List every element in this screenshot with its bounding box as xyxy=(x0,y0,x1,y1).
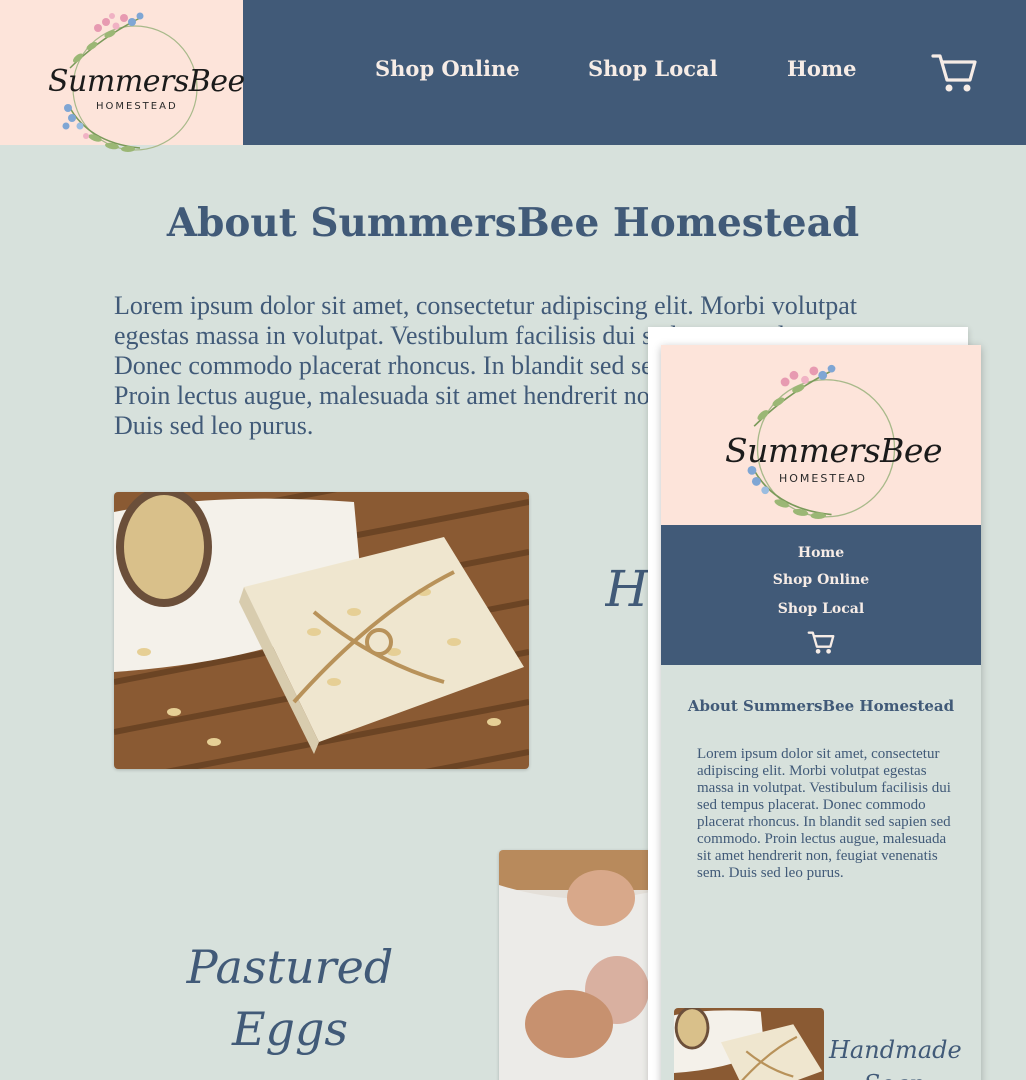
mobile-soap-heading: Handmade Soap xyxy=(829,1036,962,1080)
logo[interactable]: SummersBee HOMESTEAD xyxy=(0,0,245,152)
eggs-photo xyxy=(499,850,659,1080)
soap-photo xyxy=(114,492,529,769)
eggs-heading: Pastured Eggs xyxy=(186,940,394,1056)
mobile-soap-photo xyxy=(674,1008,824,1080)
mobile-nav-home[interactable]: Home xyxy=(661,545,981,561)
mobile-logo-title: SummersBee xyxy=(725,431,943,470)
mobile-nav-shop-local[interactable]: Shop Local xyxy=(661,601,981,617)
logo-tagline: HOMESTEAD xyxy=(96,101,178,112)
nav-home[interactable]: Home xyxy=(787,56,856,81)
mobile-logo-tagline: HOMESTEAD xyxy=(779,472,868,485)
nav-shop-online[interactable]: Shop Online xyxy=(375,56,520,81)
shopping-cart-icon[interactable] xyxy=(807,629,835,655)
mobile-nav-shop-online[interactable]: Shop Online xyxy=(661,572,981,588)
shopping-cart-icon[interactable] xyxy=(930,50,978,94)
logo-title: SummersBee xyxy=(48,64,245,99)
mobile-page-title: About SummersBee Homestead xyxy=(687,697,955,715)
page-title: About SummersBee Homestead xyxy=(166,200,860,246)
mobile-about-body-text: Lorem ipsum dolor sit amet, consectetur … xyxy=(697,746,951,881)
nav-shop-local[interactable]: Shop Local xyxy=(588,56,718,81)
mobile-preview: SummersBee HOMESTEAD Home Shop Online Sh… xyxy=(661,345,981,1080)
mobile-logo[interactable]: SummersBee HOMESTEAD xyxy=(661,345,981,525)
site-header: SummersBee HOMESTEAD Shop Online Shop Lo… xyxy=(0,0,1026,152)
